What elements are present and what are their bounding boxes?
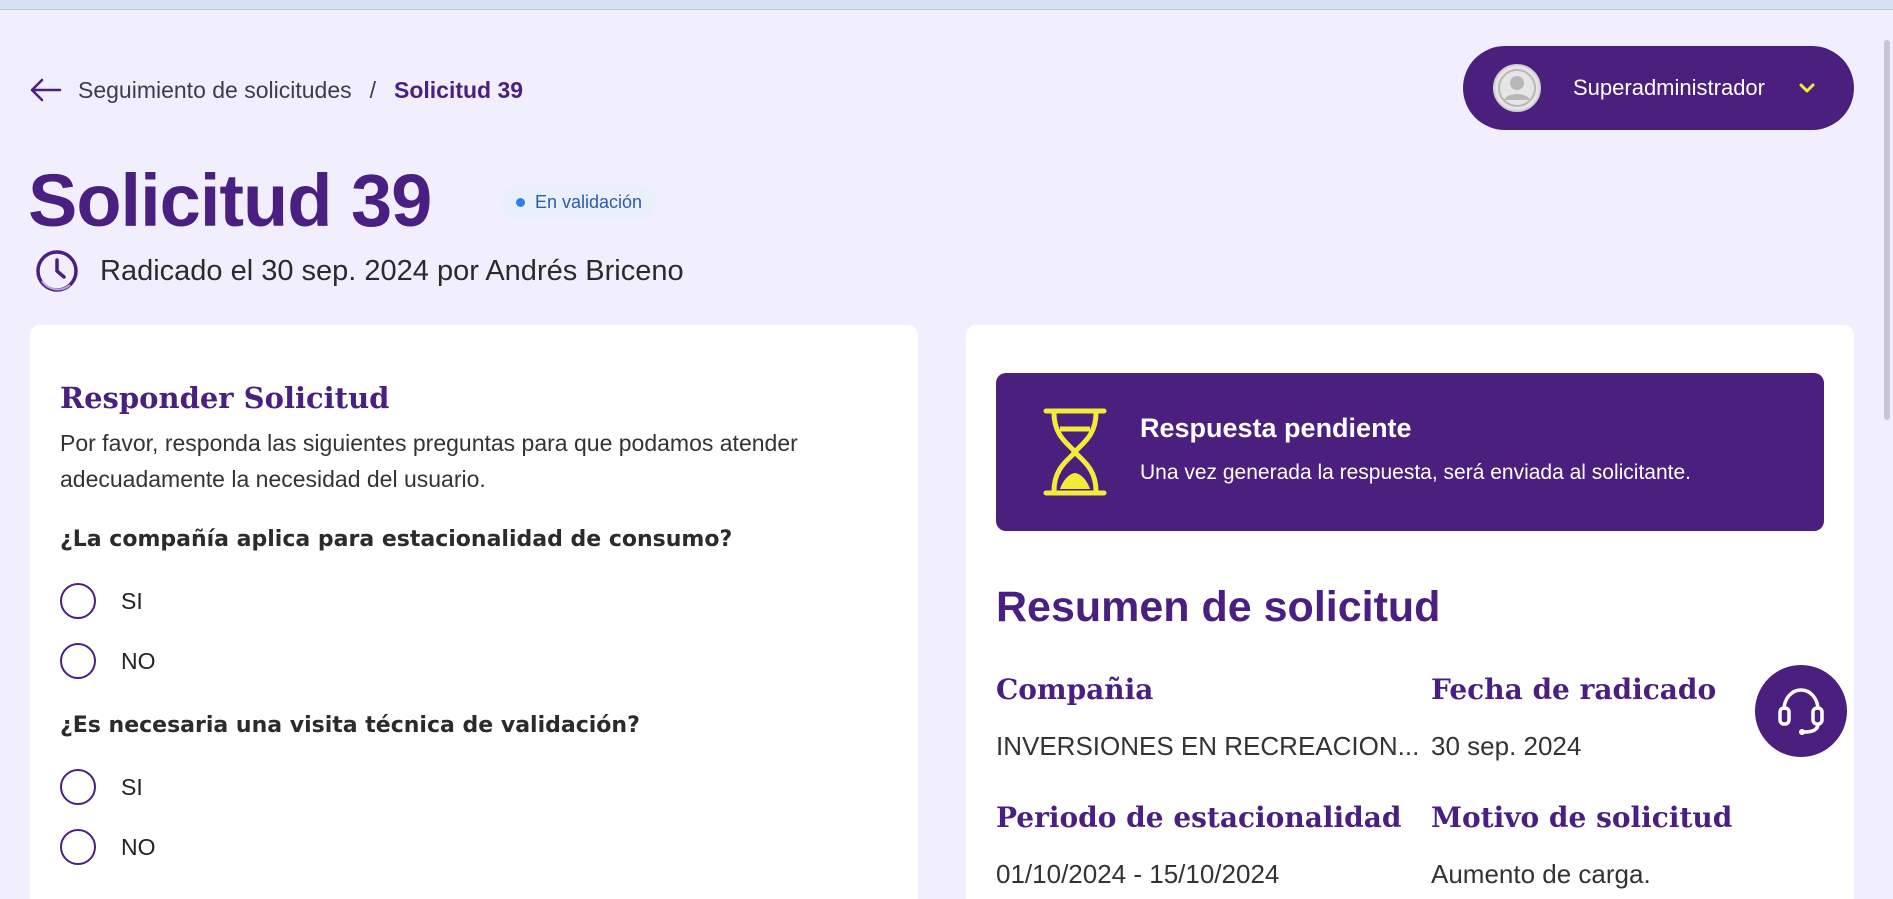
summary-value-filed-date: 30 sep. 2024 <box>1431 731 1582 761</box>
headset-icon <box>1772 680 1830 743</box>
breadcrumb-current: Solicitud 39 <box>394 76 524 103</box>
response-form-card: Responder Solicitud Por favor, responda … <box>30 325 918 899</box>
pending-description: Una vez generada la respuesta, será envi… <box>1140 461 1692 484</box>
page-title: Solicitud 39 <box>28 159 432 242</box>
radio-label: SI <box>121 587 143 614</box>
radio-seasonality-si[interactable]: SI <box>60 583 143 619</box>
radio-label: SI <box>121 773 143 800</box>
radio-circle[interactable] <box>60 583 96 619</box>
hourglass-icon <box>1042 407 1108 497</box>
filed-text: Radicado el 30 sep. 2024 por Andrés Bric… <box>100 254 684 287</box>
summary-value-reason: Aumento de carga. <box>1431 859 1651 889</box>
response-form-description: Por favor, responda las siguientes pregu… <box>60 430 798 492</box>
response-form-title: Responder Solicitud <box>60 381 390 415</box>
radio-seasonality-no[interactable]: NO <box>60 643 156 679</box>
breadcrumb-separator: / <box>369 76 376 103</box>
user-name: Superadministrador <box>1573 75 1765 100</box>
pending-title: Respuesta pendiente <box>1140 413 1412 443</box>
question-technical-visit: ¿Es necesaria una visita técnica de vali… <box>60 713 640 738</box>
scrollbar-thumb[interactable] <box>1884 40 1890 420</box>
filed-info: Radicado el 30 sep. 2024 por Andrés Bric… <box>34 248 684 294</box>
radio-visit-no[interactable]: NO <box>60 829 156 865</box>
summary-label-reason: Motivo de solicitud <box>1431 801 1733 834</box>
clock-icon <box>34 248 80 294</box>
status-badge: En validación <box>502 185 657 219</box>
question-seasonality: ¿La compañía aplica para estacionalidad … <box>60 527 733 552</box>
radio-circle[interactable] <box>60 643 96 679</box>
back-arrow-icon[interactable] <box>30 75 64 105</box>
summary-label-filed-date: Fecha de radicado <box>1431 673 1717 706</box>
summary-label-seasonality-period: Periodo de estacionalidad <box>996 801 1402 834</box>
summary-label-company: Compañia <box>996 673 1154 706</box>
window-top-strip <box>0 0 1893 10</box>
page-scrollbar[interactable] <box>1881 10 1893 899</box>
radio-label: NO <box>121 833 156 860</box>
status-label: En validación <box>535 191 643 212</box>
breadcrumb-parent-link[interactable]: Seguimiento de solicitudes <box>78 77 352 104</box>
radio-circle[interactable] <box>60 829 96 865</box>
summary-value-seasonality-period: 01/10/2024 - 15/10/2024 <box>996 859 1280 889</box>
pending-response-banner: Respuesta pendiente Una vez generada la … <box>996 373 1824 531</box>
chevron-down-icon <box>1797 81 1817 95</box>
summary-title: Resumen de solicitud <box>996 583 1441 631</box>
radio-label: NO <box>121 647 156 674</box>
breadcrumb: Seguimiento de solicitudes / Solicitud 3… <box>30 72 523 108</box>
radio-visit-si[interactable]: SI <box>60 769 143 805</box>
support-chat-button[interactable] <box>1755 665 1847 757</box>
request-summary-card: Respuesta pendiente Una vez generada la … <box>966 325 1854 899</box>
radio-circle[interactable] <box>60 769 96 805</box>
user-avatar-icon <box>1493 64 1541 112</box>
summary-value-company: INVERSIONES EN RECREACION... <box>996 731 1420 761</box>
user-menu-button[interactable]: Superadministrador <box>1463 46 1854 130</box>
status-dot <box>516 197 525 207</box>
